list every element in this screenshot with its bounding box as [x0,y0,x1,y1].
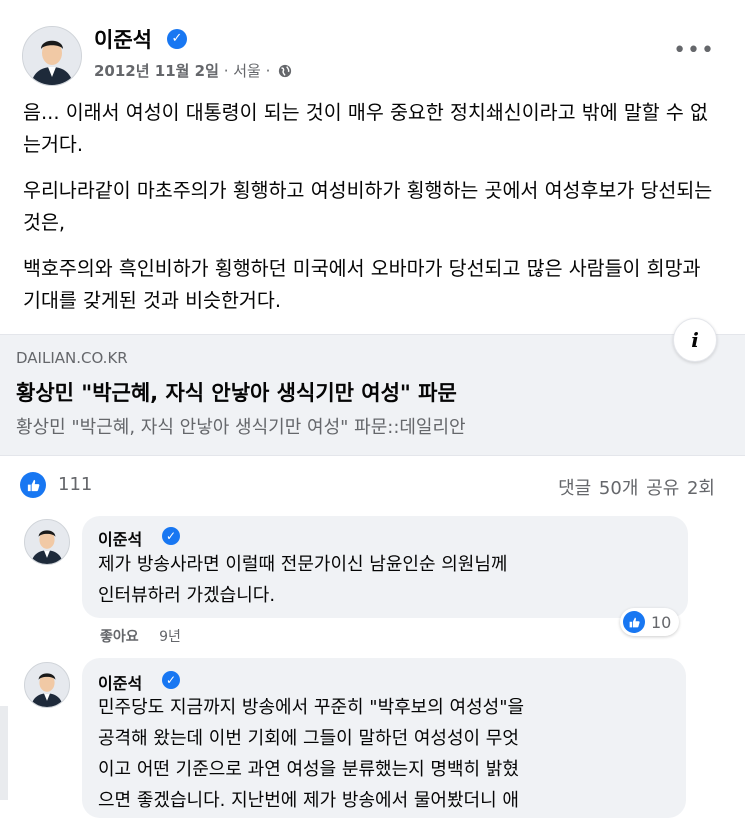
link-preview-card[interactable]: i DAILIAN.CO.KR 황상민 "박근혜, 자식 안낳아 생식기만 여성… [0,318,745,456]
commenter-avatar[interactable] [24,519,70,565]
comment-count[interactable]: 댓글 50개 [558,478,638,499]
comment-author[interactable]: 이준석 [98,670,142,694]
comment-text: 제가 방송사라면 이럴때 전문가이신 남윤인순 의원님께 인터뷰하러 가겠습니다… [98,554,508,606]
post-paragraph: 음... 이래서 여성이 대통령이 되는 것이 매우 중요한 정치쇄신이라고 밖… [23,101,708,156]
commenter-avatar[interactable] [24,662,70,708]
post-paragraph: 우리나라같이 마초주의가 횡행하고 여성비하가 횡행하는 곳에서 여성후보가 당… [23,179,713,234]
profile-photo-icon [23,27,81,85]
comment-bubble: 이준석 ✓ 제가 방송사라면 이럴때 전문가이신 남윤인순 의원님께 인터뷰하러… [82,516,688,618]
post-location[interactable]: 서울 [233,62,261,80]
like-count[interactable]: 111 [58,474,92,495]
reaction-count: 10 [651,612,672,632]
comment-actions: 좋아요 9년 [100,626,181,646]
left-edge-strip [0,706,8,800]
comment-reaction-count[interactable]: 10 [620,608,680,636]
verified-badge-icon: ✓ [162,527,180,545]
author-avatar[interactable] [22,26,82,86]
info-icon[interactable]: i [673,318,717,362]
link-title[interactable]: 황상민 "박근혜, 자식 안낳아 생식기만 여성" 파문 [16,377,457,407]
share-count[interactable]: 공유 2회 [646,478,715,499]
more-options-button[interactable]: ••• [673,38,715,63]
engagement-counts: 댓글 50개 공유 2회 [558,474,715,500]
post-date[interactable]: 2012년 11월 2일 [94,62,219,80]
ellipsis-icon: ••• [673,38,715,63]
post-meta: 2012년 11월 2일 · 서울 · [94,60,292,81]
link-subtitle: 황상민 "박근혜, 자식 안낳아 생식기만 여성" 파문::데일리안 [16,417,466,438]
post-stats-bar: 111 댓글 50개 공유 2회 [0,470,745,500]
comment-text: 민주당도 지금까지 방송에서 꾸준히 "박후보의 여성성"을 공격해 왔는데 이… [98,697,525,811]
facebook-post: 이준석 ✓ 2012년 11월 2일 · 서울 · ••• 음... 이래서 여… [0,0,745,818]
comment-author[interactable]: 이준석 [98,526,142,550]
profile-photo-icon [25,663,69,707]
comment-bubble: 이준석 ✓ 민주당도 지금까지 방송에서 꾸준히 "박후보의 여성성"을 공격해… [82,658,686,818]
meta-separator: · [265,62,271,80]
post-paragraph: 백호주의와 흑인비하가 횡행하던 미국에서 오바마가 당선되고 많은 사람들이 … [23,257,701,312]
post-body: 음... 이래서 여성이 대통령이 되는 것이 매우 중요한 정치쇄신이라고 밖… [23,97,723,331]
globe-icon [279,64,292,78]
meta-separator: · [223,62,229,80]
comment-age[interactable]: 9년 [159,629,181,645]
profile-photo-icon [25,520,69,564]
post-author-name[interactable]: 이준석 [94,24,152,54]
like-reaction-icon[interactable] [20,472,46,498]
link-domain: DAILIAN.CO.KR [16,349,128,367]
verified-badge-icon: ✓ [167,29,187,49]
like-reaction-icon [623,611,645,633]
comment-like-button[interactable]: 좋아요 [100,629,139,645]
verified-badge-icon: ✓ [162,671,180,689]
